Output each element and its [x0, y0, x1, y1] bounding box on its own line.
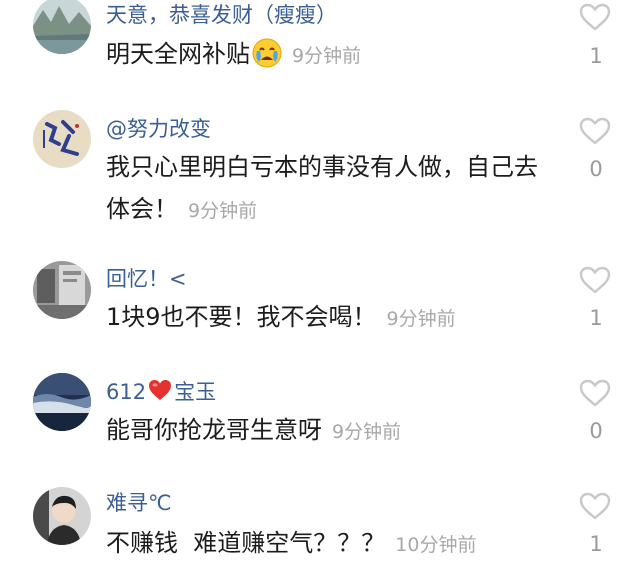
- like-button[interactable]: [578, 265, 614, 297]
- like-button[interactable]: [578, 378, 614, 410]
- username[interactable]: 回忆！<: [106, 266, 187, 292]
- comment-time: 9分钟前: [188, 200, 258, 222]
- comment-text: 不赚钱 难道赚空气？？？ 10分钟前: [106, 522, 546, 566]
- heart-outline-icon: [579, 3, 611, 31]
- avatar[interactable]: [33, 261, 91, 319]
- heart-outline-icon: [579, 117, 611, 145]
- comment-text: 1块9也不要！我不会喝！ 9分钟前: [106, 296, 546, 340]
- comment-body: 不赚钱 难道赚空气？？？: [106, 529, 386, 557]
- avatar[interactable]: [33, 110, 91, 168]
- comment-time: 9分钟前: [386, 308, 456, 330]
- comment-body: 明天全网补贴: [106, 40, 250, 68]
- crying-face-icon: [252, 38, 282, 81]
- like-count: 1: [589, 44, 603, 68]
- heart-outline-icon: [579, 492, 611, 520]
- username[interactable]: 天意，恭喜发财（瘦瘦）: [106, 2, 337, 28]
- comment-text: 能哥你抢龙哥生意呀 9分钟前: [106, 409, 546, 453]
- comment-text: 明天全网补贴 9分钟前: [106, 33, 546, 81]
- like-count: 1: [589, 306, 603, 330]
- comment-body: 我只心里明白亏本的事没有人做，自己去体会！: [106, 153, 538, 223]
- comment-body: 能哥你抢龙哥生意呀: [106, 416, 322, 444]
- like-button[interactable]: [578, 2, 614, 34]
- like-button[interactable]: [578, 491, 614, 523]
- username-prefix: 612: [106, 380, 147, 404]
- heart-outline-icon: [579, 379, 611, 407]
- comment-time: 10分钟前: [395, 534, 477, 556]
- username[interactable]: 难寻℃: [106, 490, 172, 516]
- like-button[interactable]: [578, 116, 614, 148]
- heart-outline-icon: [579, 266, 611, 294]
- comment-time: 9分钟前: [332, 421, 402, 443]
- like-count: 0: [589, 419, 603, 443]
- username-suffix: 宝玉: [174, 380, 217, 404]
- like-count: 0: [589, 157, 603, 181]
- comment-time: 9分钟前: [292, 45, 362, 67]
- avatar[interactable]: [33, 487, 91, 545]
- avatar[interactable]: [33, 373, 91, 431]
- username[interactable]: @努力改变: [106, 116, 211, 142]
- comment-text: 我只心里明白亏本的事没有人做，自己去体会！ 9分钟前: [106, 146, 546, 232]
- like-count: 1: [589, 532, 603, 556]
- comment-body: 1块9也不要！我不会喝！: [106, 303, 377, 331]
- avatar[interactable]: [33, 0, 91, 54]
- red-heart-icon: [147, 378, 173, 408]
- username[interactable]: 612 宝玉: [106, 378, 216, 408]
